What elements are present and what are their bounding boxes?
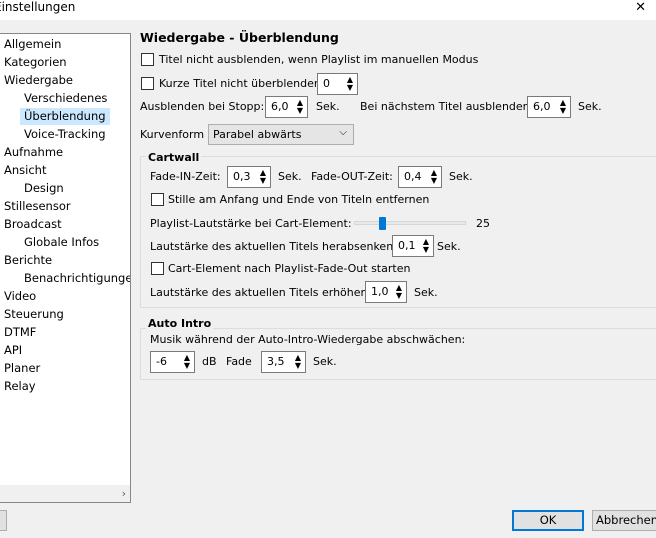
sidebar-item[interactable]: Wiedergabe bbox=[0, 72, 77, 89]
sidebar-item[interactable]: Globale Infos bbox=[20, 234, 103, 251]
sidebar-item[interactable]: DTMF bbox=[0, 324, 40, 341]
spin-down-icon[interactable]: ▼ bbox=[259, 177, 267, 185]
label-fade-stop: Ausblenden bei Stopp: bbox=[140, 100, 265, 113]
sidebar-item[interactable]: Design bbox=[20, 180, 68, 197]
fade-out-unit: Sek. bbox=[449, 170, 473, 183]
auto-intro-fade-stepper[interactable]: 3,5 ▲ ▼ bbox=[261, 351, 306, 373]
label-short-titles: Kurze Titel nicht überblenden bbox=[159, 77, 321, 90]
spin-down-icon[interactable]: ▼ bbox=[294, 362, 302, 370]
fade-in-unit: Sek. bbox=[278, 170, 302, 183]
fade-stop-stepper[interactable]: 6,0 ▲ ▼ bbox=[265, 96, 308, 118]
chevron-down-icon: ⌵ bbox=[339, 127, 347, 138]
sidebar-item[interactable]: Überblendung bbox=[20, 108, 110, 125]
sidebar-item[interactable]: Voice-Tracking bbox=[20, 126, 110, 143]
ok-button[interactable]: OK bbox=[512, 510, 584, 531]
auto-intro-db-stepper[interactable]: -6 ▲ ▼ bbox=[150, 351, 195, 373]
lower-volume-stepper[interactable]: 0,1 ▲ ▼ bbox=[392, 235, 434, 257]
spin-down-icon[interactable]: ▼ bbox=[559, 107, 567, 115]
sidebar-item[interactable]: Aufnahme bbox=[0, 144, 67, 161]
spin-down-icon[interactable]: ▼ bbox=[430, 177, 438, 185]
sidebar-item[interactable]: Steuerung bbox=[0, 306, 68, 323]
checkbox-short-titles[interactable] bbox=[141, 77, 154, 90]
partial-left-button[interactable] bbox=[0, 510, 7, 531]
fade-out-stepper[interactable]: 0,4 ▲ ▼ bbox=[398, 166, 442, 188]
sidebar-item[interactable]: Allgemein bbox=[0, 36, 65, 53]
fade-next-unit: Sek. bbox=[578, 100, 602, 113]
sidebar-item[interactable]: Kategorien bbox=[0, 54, 71, 71]
sidebar-item[interactable]: Broadcast bbox=[0, 216, 66, 233]
sidebar-item[interactable]: Planer bbox=[0, 360, 44, 377]
label-raise-volume: Lautstärke des aktuellen Titels erhöhen: bbox=[150, 286, 372, 299]
lower-volume-unit: Sek. bbox=[437, 240, 461, 253]
spin-down-icon[interactable]: ▼ bbox=[422, 246, 430, 254]
sidebar-item[interactable]: Video bbox=[0, 288, 40, 305]
label-auto-intro-fade: Fade bbox=[226, 355, 252, 368]
settings-panel: Wiedergabe - Überblendung Titel nicht au… bbox=[131, 20, 656, 390]
auto-intro-fade-unit: Sek. bbox=[313, 355, 337, 368]
title-bar: Einstellungen ✕ bbox=[0, 0, 656, 20]
window-title: Einstellungen bbox=[0, 0, 76, 14]
curve-select[interactable]: Parabel abwärts ⌵ bbox=[208, 124, 354, 145]
sidebar-tree[interactable]: Allgemein Kategorien Wiedergabe Verschieden… bbox=[0, 33, 131, 503]
label-remove-silence: Stille am Anfang und Ende von Titeln ent… bbox=[168, 193, 430, 206]
sidebar-item[interactable]: Ansicht bbox=[0, 162, 50, 179]
sidebar-item[interactable]: API bbox=[0, 342, 26, 359]
sidebar-item[interactable]: Stillesensor bbox=[0, 198, 75, 215]
short-titles-stepper[interactable]: 0 ▲ ▼ bbox=[317, 73, 358, 95]
horizontal-scrollbar[interactable]: › bbox=[0, 485, 130, 502]
label-no-hide-titles: Titel nicht ausblenden, wenn Playlist im… bbox=[159, 53, 479, 66]
scroll-right-icon[interactable]: › bbox=[122, 487, 126, 500]
sidebar-item[interactable]: Relay bbox=[0, 378, 40, 395]
checkbox-remove-silence[interactable] bbox=[151, 193, 164, 206]
close-icon[interactable]: ✕ bbox=[635, 1, 646, 15]
auto-intro-title: Auto Intro bbox=[146, 317, 214, 330]
spin-down-icon[interactable]: ▼ bbox=[395, 292, 403, 300]
sidebar-item[interactable]: Verschiedenes bbox=[20, 90, 111, 107]
label-auto-intro: Musik während der Auto-Intro-Wiedergabe … bbox=[150, 333, 466, 346]
fade-next-stepper[interactable]: 6,0 ▲ ▼ bbox=[527, 96, 571, 118]
raise-volume-stepper[interactable]: 1,0 ▲ ▼ bbox=[365, 281, 407, 303]
checkbox-start-after-fade[interactable] bbox=[151, 262, 164, 275]
fade-in-stepper[interactable]: 0,3 ▲ ▼ bbox=[227, 166, 271, 188]
label-curve: Kurvenform bbox=[140, 128, 205, 141]
cart-volume-value: 25 bbox=[476, 217, 490, 230]
label-start-after-fade: Cart-Element nach Playlist-Fade-Out star… bbox=[168, 262, 411, 275]
label-fade-next: Bei nächstem Titel ausblenden bbox=[360, 100, 530, 113]
cancel-button[interactable]: Abbrechen bbox=[592, 510, 656, 531]
label-fade-in: Fade-IN-Zeit: bbox=[150, 170, 221, 183]
spin-down-icon[interactable]: ▼ bbox=[296, 107, 304, 115]
sidebar-item[interactable]: Berichte bbox=[0, 252, 56, 269]
cartwall-title: Cartwall bbox=[146, 151, 202, 164]
label-cart-volume: Playlist-Lautstärke bei Cart-Element: bbox=[150, 217, 352, 230]
spin-down-icon[interactable]: ▼ bbox=[183, 362, 191, 370]
spin-down-icon[interactable]: ▼ bbox=[346, 84, 354, 92]
auto-intro-db-unit: dB bbox=[202, 355, 217, 368]
label-lower-volume: Lautstärke des aktuellen Titels herabsen… bbox=[150, 240, 397, 253]
fade-stop-unit: Sek. bbox=[316, 100, 340, 113]
sidebar-item[interactable]: Benachrichtigungen bbox=[20, 270, 130, 287]
label-fade-out: Fade-OUT-Zeit: bbox=[311, 170, 393, 183]
slider-thumb[interactable] bbox=[379, 217, 386, 230]
cart-volume-slider[interactable] bbox=[354, 221, 466, 225]
page-title: Wiedergabe - Überblendung bbox=[140, 30, 339, 45]
checkbox-no-hide-titles[interactable] bbox=[141, 53, 154, 66]
raise-volume-unit: Sek. bbox=[414, 286, 438, 299]
